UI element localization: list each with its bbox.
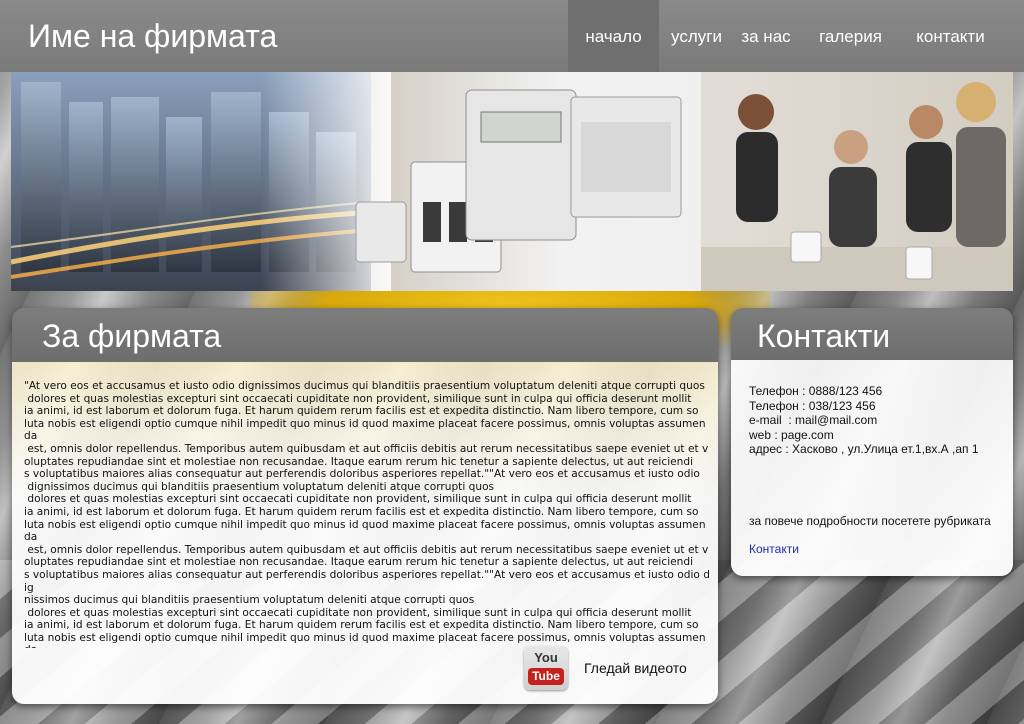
contact-phone-1: Телефон : 0888/123 456: [749, 384, 883, 398]
contact-phone-2: Телефон : 038/123 456: [749, 398, 876, 413]
company-name[interactable]: Име на фирмата: [28, 18, 277, 55]
contact-web: web : page.com: [749, 427, 834, 442]
nav-item-gallery[interactable]: галерия: [798, 0, 903, 72]
contacts-panel: Контакти Телефон : 0888/123 456 Телефон …: [731, 308, 1013, 576]
header: Име на фирмата начало услуги за нас гале…: [0, 0, 1024, 72]
about-panel-body: "At vero eos et accusamus et iusto odio …: [12, 362, 718, 704]
about-text: "At vero eos et accusamus et iusto odio …: [24, 380, 710, 648]
about-panel-header: За фирмата: [12, 308, 718, 362]
contact-address: адрес : Хасково , ул.Улица ет.1,вх.А ,ап…: [749, 442, 979, 456]
youtube-icon-you: You: [534, 650, 558, 665]
nav-item-contacts[interactable]: контакти: [903, 0, 998, 72]
youtube-icon[interactable]: You Tube: [524, 646, 568, 690]
contacts-more-info: за повече подробности посетете рубриката: [749, 514, 991, 528]
contacts-panel-header: Контакти: [731, 308, 1013, 360]
nav-item-services[interactable]: услуги: [659, 0, 734, 72]
about-title: За фирмата: [42, 318, 222, 354]
header-banner-image: [11, 72, 1013, 291]
banner-illustration: [11, 72, 1013, 291]
contacts-link[interactable]: Контакти: [749, 542, 799, 556]
nav-item-home[interactable]: начало: [568, 0, 659, 72]
youtube-icon-tube: Tube: [528, 668, 564, 685]
contact-email: e-mail : mail@mail.com: [749, 413, 878, 427]
watch-video-label[interactable]: Гледай видеото: [584, 660, 687, 676]
contacts-title: Контакти: [757, 318, 891, 354]
contacts-panel-body: Телефон : 0888/123 456 Телефон : 038/123…: [731, 360, 1013, 576]
about-panel: За фирмата "At vero eos et accusamus et …: [12, 308, 718, 704]
watch-video-link[interactable]: You Tube Гледай видеото: [524, 646, 687, 690]
nav-item-about[interactable]: за нас: [734, 0, 798, 72]
contact-details: Телефон : 0888/123 456 Телефон : 038/123…: [749, 384, 979, 457]
main-nav: начало услуги за нас галерия контакти: [568, 0, 998, 72]
